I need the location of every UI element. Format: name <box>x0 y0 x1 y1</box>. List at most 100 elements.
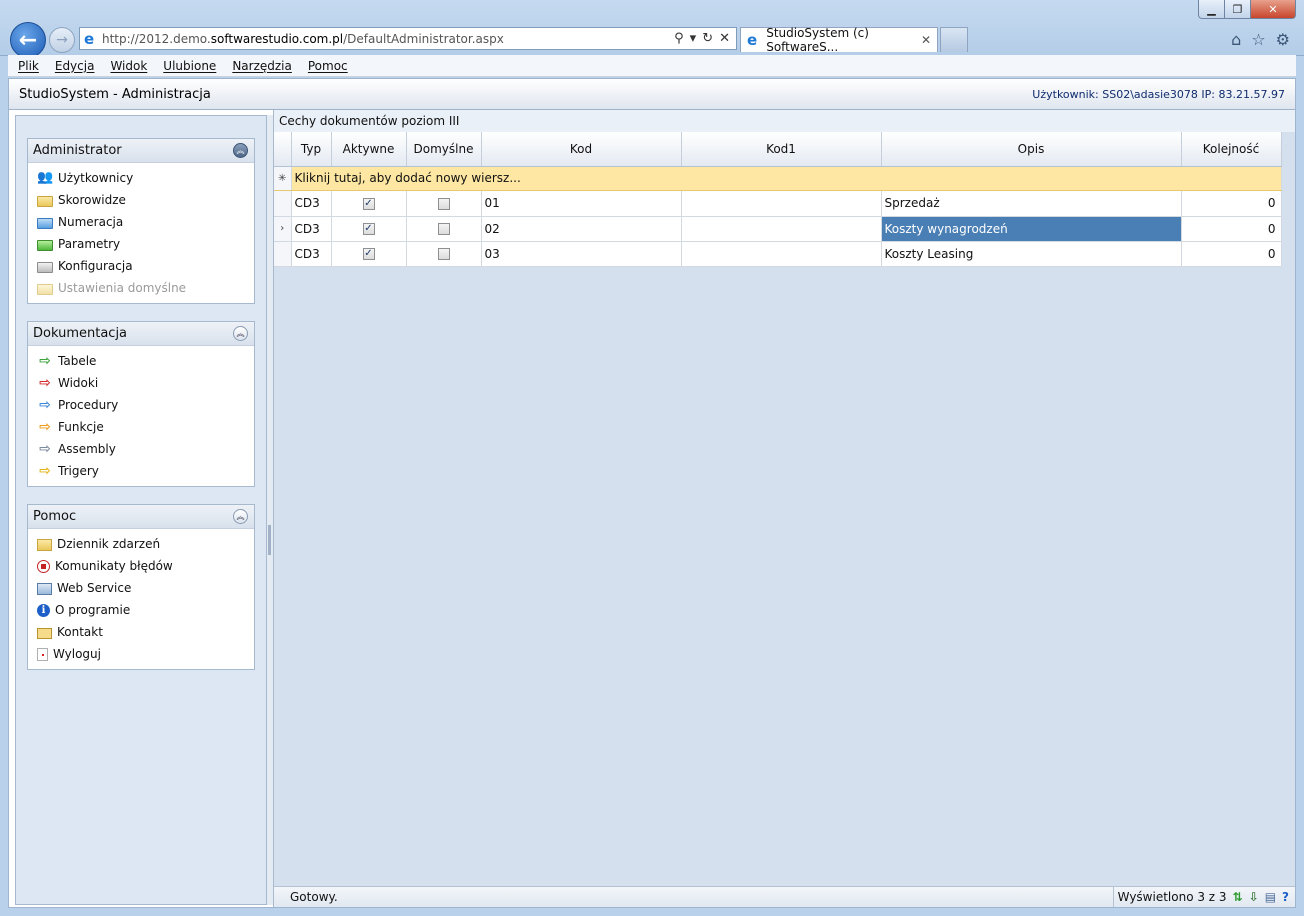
cell-domyslne[interactable] <box>406 241 482 267</box>
cell-typ[interactable]: CD3 <box>291 191 332 217</box>
cell-kolejnosc[interactable]: 0 <box>1181 216 1282 242</box>
new-tab-button[interactable] <box>940 27 968 52</box>
collapse-icon[interactable]: ︽ <box>233 143 248 158</box>
sidebar-item-trigery[interactable]: ⇨ Trigery <box>28 460 254 482</box>
cell-typ[interactable]: CD3 <box>291 216 332 242</box>
refresh-icon[interactable]: ↻ <box>702 31 713 46</box>
minimize-button[interactable]: ▁ <box>1198 0 1225 19</box>
sidebar-item-o-programie[interactable]: i O programie <box>28 599 254 621</box>
search-icon[interactable]: ⚲ <box>674 31 684 46</box>
print-icon[interactable]: ▤ <box>1265 890 1276 904</box>
sidebar-item-dziennik-zdarzen[interactable]: Dziennik zdarzeń <box>28 533 254 555</box>
checkbox-unchecked[interactable] <box>437 197 450 210</box>
favorites-star-icon[interactable]: ☆ <box>1251 30 1265 49</box>
maximize-button[interactable]: ❐ <box>1224 0 1251 19</box>
collapse-icon[interactable]: ︽ <box>233 509 248 524</box>
close-window-button[interactable]: ✕ <box>1250 0 1296 19</box>
sidebar-item-funkcje[interactable]: ⇨ Funkcje <box>28 416 254 438</box>
journal-icon <box>37 538 52 551</box>
sidebar-item-konfiguracja[interactable]: Konfiguracja <box>28 255 254 277</box>
cell-opis[interactable]: Koszty Leasing <box>881 241 1182 267</box>
sidebar-item-widoki[interactable]: ⇨ Widoki <box>28 372 254 394</box>
cell-domyslne[interactable] <box>406 191 482 217</box>
cell-kolejnosc[interactable]: 0 <box>1181 241 1282 267</box>
cell-domyslne[interactable] <box>406 216 482 242</box>
logout-icon <box>37 647 48 661</box>
user-info: Użytkownik: SS02\adasie3078 IP: 83.21.57… <box>1032 87 1285 101</box>
refresh-arrows-icon[interactable]: ⇅ <box>1233 890 1243 904</box>
sidebar-item-parametry[interactable]: Parametry <box>28 233 254 255</box>
cell-aktywne[interactable]: ✓ <box>331 191 407 217</box>
group-header[interactable]: Pomoc ︽ <box>28 505 254 529</box>
checkbox-checked[interactable]: ✓ <box>362 223 375 235</box>
column-header-kod1[interactable]: Kod1 <box>681 132 882 167</box>
table-row-selected[interactable]: › CD3 ✓ 02 Koszty wynagrodzeń 0 <box>274 216 1282 242</box>
sidebar-item-label: Widoki <box>58 376 99 390</box>
column-header-domyslne[interactable]: Domyślne <box>406 132 482 167</box>
checkbox-unchecked[interactable] <box>437 223 450 235</box>
column-header-typ[interactable]: Typ <box>291 132 332 167</box>
cell-kod[interactable]: 03 <box>481 241 682 267</box>
stop-icon[interactable]: ✕ <box>719 31 730 46</box>
sidebar-item-skorowidze[interactable]: Skorowidze <box>28 189 254 211</box>
sidebar-item-assembly[interactable]: ⇨ Assembly <box>28 438 254 460</box>
menu-ulubione[interactable]: Ulubione <box>163 59 216 73</box>
cell-kod[interactable]: 01 <box>481 191 682 217</box>
cell-kod1[interactable] <box>681 241 882 267</box>
menu-widok[interactable]: Widok <box>110 59 147 73</box>
sidebar-item-kontakt[interactable]: Kontakt <box>28 621 254 643</box>
cell-opis-selected[interactable]: Koszty wynagrodzeń <box>881 216 1182 242</box>
splitter-grip[interactable] <box>268 525 271 555</box>
export-icon[interactable]: ⇩ <box>1249 890 1259 904</box>
address-bar[interactable]: e http://2012.demo.softwarestudio.com.pl… <box>79 27 737 50</box>
collapse-icon[interactable]: ︽ <box>233 326 248 341</box>
group-header[interactable]: Administrator ︽ <box>28 139 254 163</box>
tab-close-icon[interactable]: ✕ <box>921 33 937 47</box>
table-row[interactable]: CD3 ✓ 03 Koszty Leasing 0 <box>274 241 1282 267</box>
cell-kolejnosc[interactable]: 0 <box>1181 191 1282 217</box>
dropdown-icon[interactable]: ▾ <box>690 31 697 46</box>
sidebar-item-procedury[interactable]: ⇨ Procedury <box>28 394 254 416</box>
cell-kod1[interactable] <box>681 216 882 242</box>
checkbox-checked[interactable]: ✓ <box>362 248 375 260</box>
menu-pomoc[interactable]: Pomoc <box>308 59 348 73</box>
sidebar-item-komunikaty-bledow[interactable]: Komunikaty błędów <box>28 555 254 577</box>
grid-title: Cechy dokumentów poziom III <box>274 110 1295 132</box>
forward-button[interactable]: → <box>49 27 75 53</box>
gear-icon[interactable]: ⚙ <box>1276 30 1290 49</box>
data-grid: Typ Aktywne Domyślne Kod Kod1 Opis Kolej… <box>274 132 1282 267</box>
menu-plik[interactable]: Plik <box>18 59 39 73</box>
cell-typ[interactable]: CD3 <box>291 241 332 267</box>
sidebar-item-tabele[interactable]: ⇨ Tabele <box>28 350 254 372</box>
cell-kod[interactable]: 02 <box>481 216 682 242</box>
help-icon[interactable]: ? <box>1282 890 1289 904</box>
table-row[interactable]: CD3 ✓ 01 Sprzedaż 0 <box>274 191 1282 217</box>
sidebar-item-wyloguj[interactable]: Wyloguj <box>28 643 254 665</box>
folder-icon <box>37 283 53 295</box>
cell-kod1[interactable] <box>681 191 882 217</box>
cell-aktywne[interactable]: ✓ <box>331 241 407 267</box>
column-header-kod[interactable]: Kod <box>481 132 682 167</box>
column-header-aktywne[interactable]: Aktywne <box>331 132 407 167</box>
add-row-text[interactable]: Kliknij tutaj, aby dodać nowy wiersz... <box>291 166 1282 191</box>
app-header: StudioSystem - Administracja Użytkownik:… <box>9 79 1295 110</box>
sidebar-item-numeracja[interactable]: Numeracja <box>28 211 254 233</box>
back-button[interactable]: ← <box>10 22 46 58</box>
group-header[interactable]: Dokumentacja ︽ <box>28 322 254 346</box>
status-bar: Gotowy. Wyświetlono 3 z 3 ⇅ ⇩ ▤ ? <box>274 886 1295 907</box>
menu-edycja[interactable]: Edycja <box>55 59 95 73</box>
sidebar-item-label: Trigery <box>58 464 99 478</box>
add-new-row[interactable]: ✳ Kliknij tutaj, aby dodać nowy wiersz..… <box>274 166 1282 191</box>
folder-icon <box>37 217 53 229</box>
menu-narzedzia[interactable]: Narzędzia <box>232 59 292 73</box>
home-icon[interactable]: ⌂ <box>1231 30 1241 49</box>
sidebar-item-web-service[interactable]: Web Service <box>28 577 254 599</box>
browser-tab[interactable]: e StudioSystem (c) SoftwareS... ✕ <box>740 26 938 54</box>
checkbox-checked[interactable]: ✓ <box>362 197 375 210</box>
column-header-opis[interactable]: Opis <box>881 132 1182 167</box>
checkbox-unchecked[interactable] <box>437 248 450 260</box>
sidebar-item-uzytkownicy[interactable]: 👥 Użytkownicy <box>28 167 254 189</box>
cell-opis[interactable]: Sprzedaż <box>881 191 1182 217</box>
column-header-kolejnosc[interactable]: Kolejność <box>1181 132 1282 167</box>
cell-aktywne[interactable]: ✓ <box>331 216 407 242</box>
